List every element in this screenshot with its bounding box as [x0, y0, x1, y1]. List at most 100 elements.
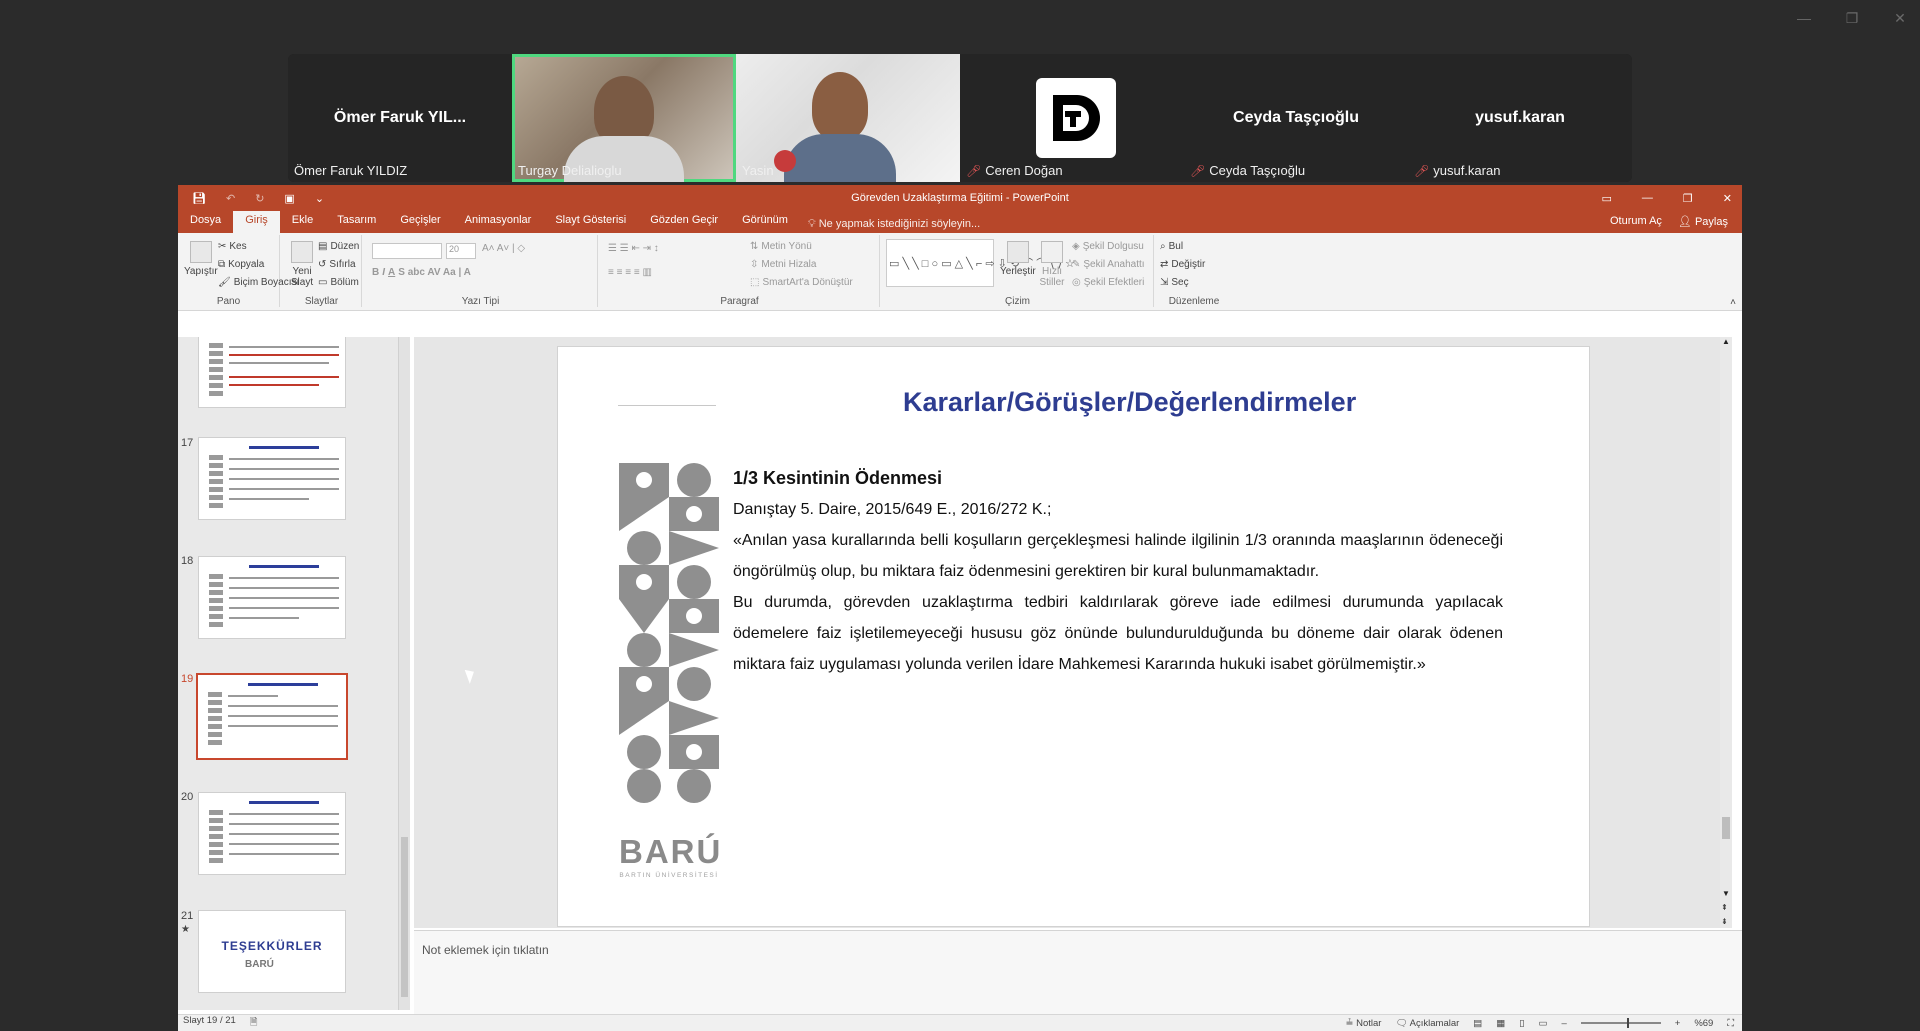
quick-styles-button[interactable]: Hızlı Stiller [1038, 241, 1066, 288]
scroll-up-icon[interactable]: ▲ [1722, 337, 1730, 346]
font-style-buttons[interactable]: B I A S abc AV Aa | A [372, 267, 471, 278]
section-button[interactable]: ▭ Bölüm [318, 277, 359, 288]
shape-fill-button[interactable]: ◈ Şekil Dolgusu [1072, 241, 1144, 252]
list-buttons[interactable]: ☰ ☰ ⇤ ⇥ ↕ [608, 243, 659, 254]
zoom-level[interactable]: %69 [1694, 1018, 1713, 1029]
select-button[interactable]: ⇲ Seç [1160, 277, 1189, 288]
sign-in-link[interactable]: Oturum Aç [1610, 215, 1662, 228]
slide-body-textbox[interactable]: 1/3 Kesintinin Ödenmesi Danıştay 5. Dair… [733, 463, 1503, 680]
clipboard-group: Yapıştır ✂ Kes ⧉ Kopyala 🖌︎ Biçim Boyacısı … [178, 235, 299, 307]
tab-transitions[interactable]: Geçişler [388, 211, 452, 233]
tab-animations[interactable]: Animasyonlar [453, 211, 544, 233]
font-size-select[interactable]: 20 [446, 243, 476, 259]
zoom-in-button[interactable]: + [1675, 1018, 1681, 1029]
tab-slideshow[interactable]: Slayt Gösterisi [543, 211, 638, 233]
slide-thumbnail-current[interactable] [196, 673, 348, 760]
slide-thumbnail[interactable] [198, 337, 346, 408]
slide-canvas[interactable]: Kararlar/Görüşler/Değerlendirmeler BARÚ … [557, 346, 1590, 927]
share-button[interactable]: 👤︎ Paylaş [1678, 215, 1728, 228]
participant-tile[interactable]: yusuf.karan 🎤︎ yusuf.karan [1408, 54, 1632, 182]
tab-insert[interactable]: Ekle [280, 211, 325, 233]
close-icon[interactable]: ✕ [1892, 10, 1908, 27]
undo-icon[interactable]: ↶ [226, 192, 235, 205]
slide-thumbnail[interactable] [198, 556, 346, 639]
restore-icon[interactable]: ❐ [1844, 10, 1860, 27]
fit-to-window-icon[interactable]: ⛶ [1727, 1018, 1734, 1029]
customize-quick-access-icon[interactable]: ⌄ [315, 192, 324, 205]
replace-button[interactable]: ⇄ Değiştir [1160, 259, 1205, 270]
participant-video-tile[interactable]: Turgay Delialioglu [512, 54, 736, 182]
shape-outline-button[interactable]: ✎ Şekil Anahattı [1072, 259, 1145, 270]
smartart-button[interactable]: ⬚ SmartArt'a Dönüştür [750, 277, 853, 288]
participant-tile[interactable]: Ceyda Taşçıoğlu 🎤︎ Ceyda Taşçıoğlu [1184, 54, 1408, 182]
baru-pattern-logo [619, 463, 719, 803]
slide-scrollbar-thumb[interactable] [1722, 817, 1730, 839]
tell-me-box[interactable]: 💡︎ Ne yapmak istediğinizi söyleyin... [808, 218, 980, 233]
maximize-icon[interactable]: ❐ [1683, 192, 1693, 205]
slide-paragraph-2: Bu durumda, görevden uzaklaştırma tedbir… [733, 594, 1503, 673]
new-slide-button[interactable]: Yeni Slayt [288, 241, 316, 288]
notes-pane[interactable]: Not eklemek için tıklatın [414, 930, 1742, 1014]
copy-button[interactable]: ⧉ Kopyala [218, 259, 264, 270]
zoom-out-button[interactable]: – [1561, 1018, 1566, 1029]
thumbnail-scrollbar-thumb[interactable] [401, 837, 408, 997]
font-size-buttons[interactable]: A˄ A˅ | ◇ [482, 243, 525, 254]
paste-button[interactable]: Yapıştır [184, 241, 218, 277]
participant-logo-icon [1036, 78, 1116, 158]
scroll-down-icon[interactable]: ▼ [1722, 889, 1730, 898]
tab-view[interactable]: Görünüm [730, 211, 800, 233]
thumb-text-line [228, 725, 338, 727]
find-button[interactable]: ⌕ Bul [1160, 241, 1183, 252]
align-buttons[interactable]: ≡ ≡ ≡ ≡ ▥ [608, 267, 652, 278]
redo-icon[interactable]: ↻ [255, 192, 264, 205]
comments-toggle[interactable]: 🗨︎ Açıklamalar [1395, 1018, 1459, 1029]
slide-thumbnail[interactable]: TEŞEKKÜRLER BARÚ [198, 910, 346, 993]
participant-tile[interactable]: 🎤︎ Ceren Doğan [960, 54, 1184, 182]
thumb-text-line [229, 597, 339, 599]
mic-off-icon: 🎤︎ [966, 163, 982, 178]
collapse-ribbon-icon[interactable]: ˄ [1730, 297, 1736, 308]
slideshow-view-icon[interactable]: ▭ [1538, 1018, 1547, 1029]
cut-button[interactable]: ✂ Kes [218, 241, 247, 252]
text-direction-button[interactable]: ⇅ Metin Yönü [750, 241, 812, 252]
slide-scrollbar[interactable]: ▲ ▼ ⇞ ⇟ [1720, 337, 1732, 928]
close-icon[interactable]: ✕ [1723, 192, 1732, 205]
smartart-icon: ⬚ [750, 277, 760, 288]
quick-styles-icon [1041, 241, 1063, 263]
notes-toggle[interactable]: ≟ Notlar [1346, 1018, 1382, 1029]
spellcheck-icon[interactable]: 🗎︎ [250, 1015, 258, 1031]
participant-tile[interactable]: Ömer Faruk YIL... Ömer Faruk YILDIZ [288, 54, 512, 182]
thumbnail-scrollbar[interactable] [398, 337, 410, 1010]
slide-thumbnail[interactable] [198, 437, 346, 520]
slide-thumbnail[interactable] [198, 792, 346, 875]
reading-view-icon[interactable]: ▯ [1519, 1018, 1524, 1029]
minimize-icon[interactable]: — [1642, 192, 1653, 204]
shapes-gallery[interactable]: ▭ ╲ ╲ □ ○ ▭ △ ╲ ⌐ ⇨ ⇩ ⟲ ⌒ ⌒ ⟨ ⟩ ☆ [886, 239, 1075, 287]
thumb-text-line [229, 354, 339, 356]
thumb-title [249, 801, 319, 804]
participant-video-tile[interactable]: Yasin [736, 54, 960, 182]
ribbon-display-icon[interactable]: ▭ [1602, 192, 1612, 205]
tab-home[interactable]: Giriş [233, 211, 280, 233]
tab-review[interactable]: Gözden Geçir [638, 211, 730, 233]
font-name-select[interactable] [372, 243, 442, 259]
slide-heading[interactable]: Kararlar/Görüşler/Değerlendirmeler [558, 387, 1589, 418]
editing-group-label: Düzenleme [1168, 296, 1220, 307]
thumb-text-line [228, 705, 338, 707]
shape-effects-button[interactable]: ◎ Şekil Efektleri [1072, 277, 1144, 288]
tab-file[interactable]: Dosya [178, 211, 233, 233]
save-icon[interactable]: 💾︎ [192, 192, 206, 205]
layout-button[interactable]: ▤ Düzen [318, 241, 359, 252]
align-text-button[interactable]: ⇳ Metni Hizala [750, 259, 816, 270]
previous-slide-icon[interactable]: ⇞ [1721, 903, 1728, 912]
tab-design[interactable]: Tasarım [325, 211, 388, 233]
zoom-slider[interactable] [1580, 1018, 1661, 1028]
normal-view-icon[interactable]: ▤ [1473, 1018, 1482, 1029]
minimize-icon[interactable]: — [1796, 10, 1812, 27]
thumb-text-line [229, 813, 339, 815]
reset-button[interactable]: ↺ Sıfırla [318, 259, 356, 270]
arrange-button[interactable]: Yerleştir [1000, 241, 1036, 277]
slide-sorter-icon[interactable]: ▦ [1496, 1018, 1505, 1029]
next-slide-icon[interactable]: ⇟ [1721, 917, 1728, 926]
slideshow-icon[interactable]: ▣ [284, 192, 294, 205]
